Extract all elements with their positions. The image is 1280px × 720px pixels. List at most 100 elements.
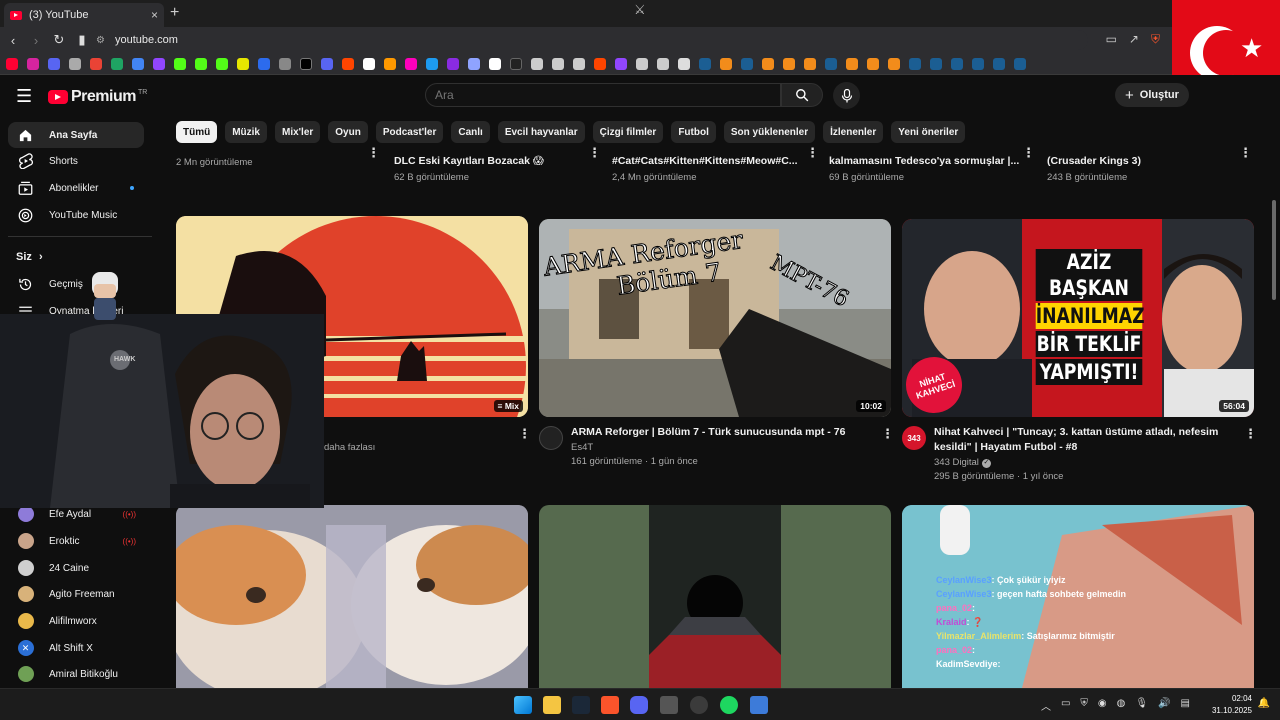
more-options-icon[interactable]: ⋮ xyxy=(367,146,380,159)
network-icon[interactable]: ▤ xyxy=(1181,698,1190,713)
sidebar-item-history[interactable]: Geçmiş xyxy=(8,271,144,297)
video-title[interactable]: DLC Eski Kayıtları Bozacak 😱 xyxy=(394,154,544,169)
chevron-up-icon[interactable]: ︿ xyxy=(1041,698,1051,713)
bookmark-steam-icon[interactable] xyxy=(993,57,1005,70)
video-title[interactable]: (Crusader Kings 3) xyxy=(1047,154,1141,169)
bookmark-discord-icon[interactable] xyxy=(48,57,60,70)
security-icon[interactable]: ⛨ xyxy=(1080,698,1088,713)
bookmark-site-icon[interactable] xyxy=(867,57,879,70)
new-tab-button[interactable]: + xyxy=(170,4,179,22)
channel-avatar[interactable]: 343 xyxy=(902,426,926,450)
sidebar-subscription-alifilmworx[interactable]: Alifilmworx xyxy=(8,608,144,634)
chip-gaming[interactable]: Oyun xyxy=(328,121,368,143)
bookmark-amazon-icon[interactable] xyxy=(384,57,396,70)
chip-watched[interactable]: İzlenenler xyxy=(823,121,884,143)
bookmark-github-icon[interactable] xyxy=(69,57,81,70)
more-options-icon[interactable]: ⋮ xyxy=(1244,427,1257,440)
chip-pets[interactable]: Evcil hayvanlar xyxy=(497,121,585,143)
bookmark-site-icon[interactable] xyxy=(720,57,732,70)
brave-browser-icon[interactable] xyxy=(601,696,619,714)
site-info-icon[interactable]: ⚙ xyxy=(96,35,105,46)
chip-cartoons[interactable]: Çizgi filmler xyxy=(592,121,664,143)
bookmark-site-icon[interactable] xyxy=(468,57,480,70)
more-options-icon[interactable]: ⋮ xyxy=(881,427,894,440)
bookmark-site-icon[interactable] xyxy=(237,57,249,70)
tab-close-icon[interactable]: × xyxy=(151,8,158,22)
bookmark-kick-icon[interactable] xyxy=(510,57,522,70)
page-scrollbar[interactable] xyxy=(1272,200,1276,300)
bookmark-site-icon[interactable] xyxy=(846,57,858,70)
bookmark-site-icon[interactable] xyxy=(489,57,501,70)
chip-new-to-you[interactable]: Yeni öneriler xyxy=(891,121,966,143)
bookmark-site-icon[interactable] xyxy=(615,57,627,70)
search-button[interactable] xyxy=(781,83,823,107)
bookmark-youtube-icon[interactable] xyxy=(6,57,18,70)
sidebar-subscription-eroktic[interactable]: Eroktic ((•)) xyxy=(8,528,144,554)
more-options-icon[interactable]: ⋮ xyxy=(806,146,819,159)
obs-icon[interactable] xyxy=(690,696,708,714)
bookmark-site-icon[interactable] xyxy=(804,57,816,70)
bookmark-twitch-icon[interactable] xyxy=(153,57,165,70)
bookmark-p-icon[interactable] xyxy=(363,57,375,70)
sidebar-subscription-amiral-bitikoglu[interactable]: Amiral Bitikoğlu xyxy=(8,661,144,687)
more-options-icon[interactable]: ⋮ xyxy=(1022,146,1035,159)
more-options-icon[interactable]: ⋮ xyxy=(518,427,531,440)
back-icon[interactable]: ‹ xyxy=(3,30,23,50)
video-thumbnail-arma[interactable]: ARMA Reforger Bölüm 7 MPT-76 10:02 xyxy=(539,219,891,417)
bookmark-instagram-icon[interactable] xyxy=(27,57,39,70)
channel-info[interactable]: 343 Digital ✓ xyxy=(934,456,991,470)
epic-games-icon[interactable] xyxy=(660,696,678,714)
battery-icon[interactable]: ▭ xyxy=(1061,698,1070,713)
reload-icon[interactable]: ↻ xyxy=(49,30,69,50)
bookmark-kick-icon[interactable] xyxy=(195,57,207,70)
menu-icon[interactable]: ☰ xyxy=(16,87,32,105)
sidebar-item-youtube-music[interactable]: YouTube Music xyxy=(8,202,144,228)
bookmark-folder-icon[interactable] xyxy=(678,57,690,70)
bookmark-site-icon[interactable] xyxy=(783,57,795,70)
bookmark-steam-icon[interactable] xyxy=(741,57,753,70)
share-icon[interactable]: ↗ xyxy=(1129,32,1139,47)
steam-tray-icon[interactable]: ◉ xyxy=(1098,698,1107,713)
video-title-line-2[interactable]: kesildi" | Hayatım Futbol - #8 xyxy=(934,440,1077,455)
bookmark-steam-icon[interactable] xyxy=(909,57,921,70)
discord-tray-icon[interactable]: ◍ xyxy=(1117,698,1126,713)
search-input[interactable] xyxy=(425,83,781,107)
chip-all[interactable]: Tümü xyxy=(176,121,218,143)
bookmark-site-icon[interactable] xyxy=(552,57,564,70)
file-explorer-icon[interactable] xyxy=(543,696,561,714)
chip-live[interactable]: Canlı xyxy=(451,121,490,143)
spotify-icon[interactable] xyxy=(720,696,738,714)
bookmark-site-icon[interactable] xyxy=(447,57,459,70)
bookmark-kick-icon[interactable] xyxy=(174,57,186,70)
video-title[interactable]: ARMA Reforger | Bölüm 7 - Türk sunucusun… xyxy=(571,425,845,440)
video-title-line-1[interactable]: Nihat Kahveci | "Tuncay; 3. kattan üstüm… xyxy=(934,425,1218,440)
voice-search-button[interactable] xyxy=(833,82,860,109)
bookmark-openai-icon[interactable] xyxy=(279,57,291,70)
bookmark-site-icon[interactable] xyxy=(657,57,669,70)
more-options-icon[interactable]: ⋮ xyxy=(588,146,601,159)
brave-shield-icon[interactable]: ⛨ xyxy=(1151,32,1160,47)
sidebar-item-subscriptions[interactable]: Abonelikler xyxy=(8,175,144,201)
chip-football[interactable]: Futbol xyxy=(671,121,716,143)
video-title[interactable]: kalmamasını Tedesco'ya sormuşlar |... xyxy=(829,154,1019,169)
video-thumbnail-kittens[interactable] xyxy=(176,505,528,688)
create-button[interactable]: + Oluştur xyxy=(1115,83,1189,107)
bookmark-maps-icon[interactable] xyxy=(132,57,144,70)
bookmark-x-icon[interactable] xyxy=(300,57,312,70)
mix-meta[interactable]: daha fazlası xyxy=(324,441,375,455)
microphone-tray-icon[interactable]: 🎙 xyxy=(1135,698,1148,713)
youtube-premium-logo[interactable]: Premium TR xyxy=(48,88,147,106)
channel-avatar[interactable] xyxy=(539,426,563,450)
bookmark-steam-icon[interactable] xyxy=(930,57,942,70)
bookmark-site-icon[interactable] xyxy=(405,57,417,70)
app-icon[interactable] xyxy=(750,696,768,714)
bookmark-site-icon[interactable] xyxy=(573,57,585,70)
bookmark-site-icon[interactable] xyxy=(531,57,543,70)
sidebar-subscription-agito-freeman[interactable]: Agito Freeman xyxy=(8,581,144,607)
windows-start-icon[interactable] xyxy=(514,696,532,714)
bookmark-steam-icon[interactable] xyxy=(951,57,963,70)
sidebar-subscription-24-caine[interactable]: 24 Caine xyxy=(8,555,144,581)
bookmark-gmail-icon[interactable] xyxy=(90,57,102,70)
steam-icon[interactable] xyxy=(572,696,590,714)
bookmark-site-icon[interactable] xyxy=(762,57,774,70)
